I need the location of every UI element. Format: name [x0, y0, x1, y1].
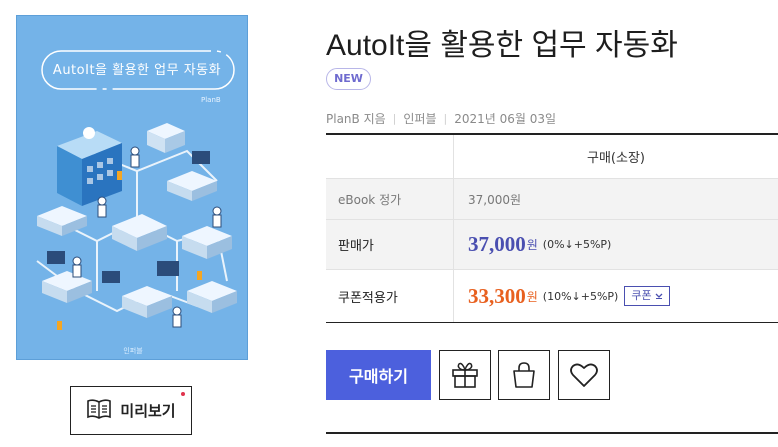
- cover-title: AutoIt을 활용한 업무 자동화: [52, 63, 222, 78]
- publisher-link[interactable]: 인퍼블: [403, 110, 436, 127]
- ebook-price-label: eBook 정가: [326, 179, 454, 219]
- book-title: AutoIt을 활용한 업무 자동화: [326, 29, 678, 62]
- shopping-bag-icon: [513, 362, 535, 388]
- chevron-down-icon: [655, 293, 663, 299]
- sale-price-discount: (0%↓+5%P): [542, 238, 612, 251]
- price-table: 구매(소장) eBook 정가 37,000원 판매가 37,000 원 (0%…: [326, 133, 778, 323]
- coupon-price-unit: 원: [526, 289, 538, 304]
- new-badge: NEW: [326, 68, 371, 90]
- wishlist-button[interactable]: [558, 350, 610, 400]
- coupon-price-label: 쿠폰적용가: [326, 270, 454, 322]
- author-link[interactable]: PlanB 지음: [326, 110, 386, 127]
- cover-publisher: 인퍼블: [123, 347, 143, 355]
- publish-date: 2021년 06월 03일: [454, 112, 557, 126]
- gift-button[interactable]: [439, 350, 491, 400]
- book-cover[interactable]: AutoIt을 활용한 업무 자동화 PlanB 인퍼블: [16, 15, 248, 360]
- section-divider: [326, 432, 778, 434]
- heart-icon: [570, 363, 598, 387]
- sale-price-value: 37,000: [468, 232, 526, 256]
- sale-price-unit: 원: [526, 238, 538, 252]
- coupon-price-discount: (10%↓+5%P): [542, 289, 619, 303]
- cart-button[interactable]: [498, 350, 550, 400]
- ebook-price-value: 37,000원: [468, 192, 522, 207]
- price-table-header-empty: [326, 135, 454, 178]
- price-table-header: 구매(소장): [326, 135, 778, 179]
- coupon-price-row: 쿠폰적용가 33,300 원 (10%↓+5%P) 쿠폰: [326, 270, 778, 322]
- buy-button[interactable]: 구매하기: [326, 350, 431, 400]
- coupon-price-cell: 33,300 원 (10%↓+5%P) 쿠폰: [454, 270, 778, 322]
- coupon-price-value: 33,300: [468, 283, 526, 308]
- meta-divider: |: [392, 112, 397, 125]
- sale-price-label: 판매가: [326, 220, 454, 269]
- cover-author: PlanB: [201, 96, 221, 104]
- gift-icon: [452, 362, 478, 388]
- ebook-price-row: eBook 정가 37,000원: [326, 179, 778, 220]
- coupon-button[interactable]: 쿠폰: [624, 286, 670, 306]
- purchase-type-header: 구매(소장): [587, 151, 645, 166]
- book-meta: PlanB 지음 | 인퍼블 | 2021년 06월 03일: [326, 110, 556, 127]
- preview-label: 미리보기: [120, 402, 176, 420]
- coupon-button-label: 쿠폰: [631, 289, 652, 302]
- open-book-icon: [86, 398, 112, 424]
- sale-price-cell: 37,000 원 (0%↓+5%P): [454, 220, 778, 269]
- meta-divider: |: [443, 112, 448, 125]
- sale-price-row: 판매가 37,000 원 (0%↓+5%P): [326, 220, 778, 270]
- cover-illustration: [36, 123, 237, 330]
- notification-dot: [181, 392, 185, 396]
- preview-button[interactable]: 미리보기: [70, 386, 192, 435]
